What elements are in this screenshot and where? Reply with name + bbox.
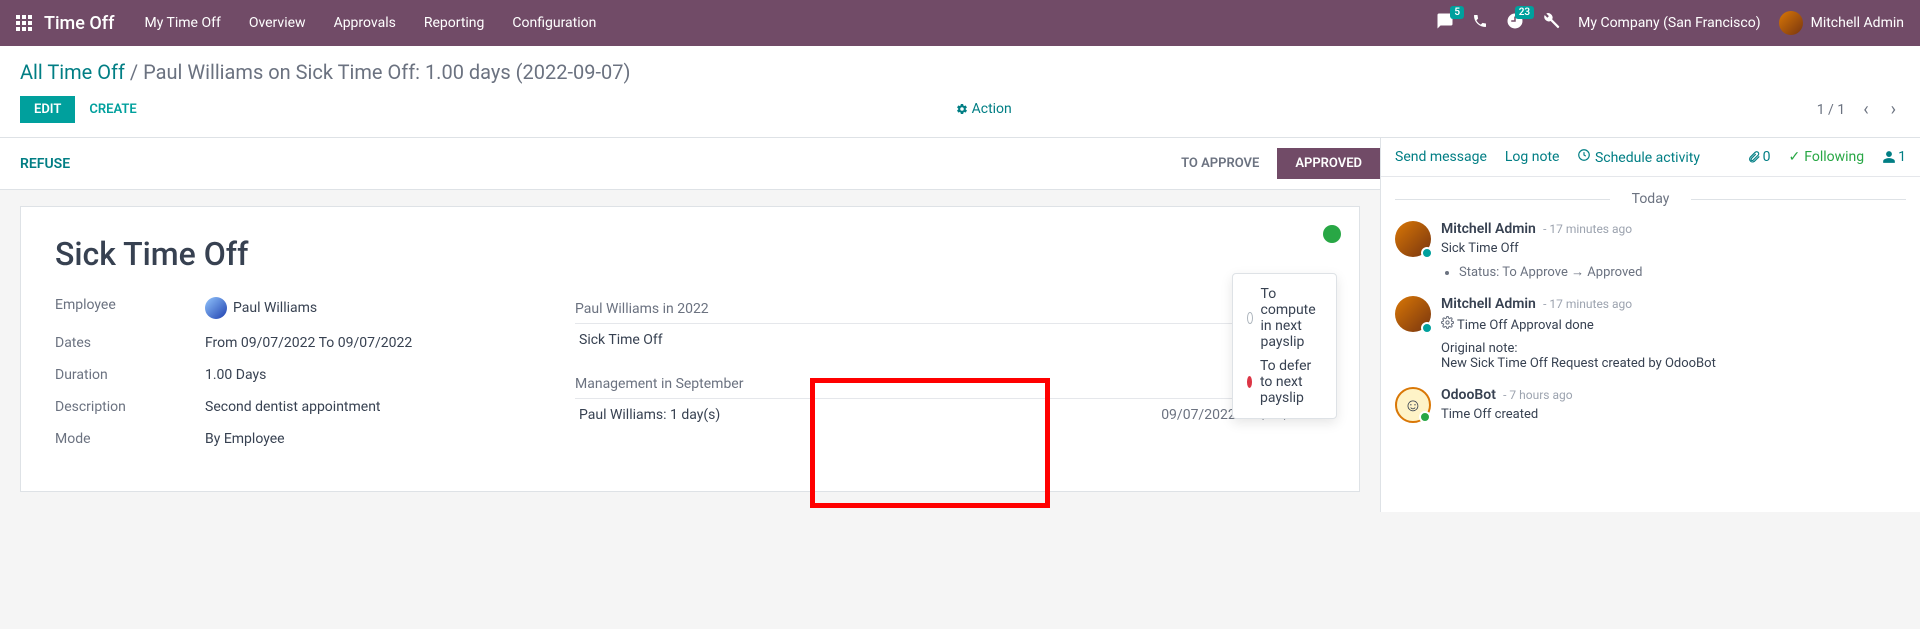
message-time: - 17 minutes ago (1543, 222, 1632, 236)
control-bar: EDIT CREATE Action 1 / 1 ‹ › (0, 88, 1920, 138)
pager-count: 1 / 1 (1817, 102, 1845, 118)
activities-icon[interactable]: 23 (1506, 12, 1524, 34)
message: ☺ OdooBot - 7 hours ago Time Off created (1395, 387, 1906, 423)
company-selector[interactable]: My Company (San Francisco) (1578, 15, 1760, 31)
label-dates: Dates (55, 335, 205, 351)
table-row: Sick Time Off 1 day(s) (575, 324, 1325, 357)
payslip-status-popover: To compute in next payslip To defer to n… (1232, 273, 1337, 419)
message-content: Time Off Approval done (1441, 316, 1716, 333)
presence-icon (1419, 411, 1431, 423)
form-sheet: To compute in next payslip To defer to n… (20, 206, 1360, 492)
message: Mitchell Admin - 17 minutes ago Sick Tim… (1395, 221, 1906, 280)
user-avatar (1779, 11, 1803, 35)
send-message-button[interactable]: Send message (1395, 149, 1487, 165)
refuse-button[interactable]: REFUSE (20, 156, 70, 172)
pager-prev[interactable]: ‹ (1859, 99, 1872, 120)
summary2-header: Management in September (575, 376, 1325, 392)
action-menu[interactable]: Action (956, 101, 1012, 117)
breadcrumb-root[interactable]: All Time Off (20, 60, 125, 84)
message-time: - 7 hours ago (1503, 388, 1572, 402)
message-author: Mitchell Admin (1441, 296, 1536, 312)
chatter: Send message Log note Schedule activity … (1380, 138, 1920, 512)
nav-my-time-off[interactable]: My Time Off (144, 15, 220, 31)
message: Mitchell Admin - 17 minutes ago Time Off… (1395, 296, 1906, 371)
summary2-table: Paul Williams: 1 day(s) 09/07/2022 - 09/… (575, 398, 1325, 431)
debug-icon[interactable] (1542, 12, 1560, 34)
nav-reporting[interactable]: Reporting (424, 15, 485, 31)
top-nav: Time Off My Time Off Overview Approvals … (0, 0, 1920, 46)
payslip-status-dot[interactable] (1323, 225, 1341, 243)
gear-icon (1441, 316, 1454, 333)
paperclip-icon (1747, 150, 1761, 164)
breadcrumb: All Time Off / Paul Williams on Sick Tim… (0, 46, 1920, 88)
phone-icon[interactable] (1472, 13, 1488, 33)
message-note-body: New Sick Time Off Request created by Odo… (1441, 356, 1716, 371)
breadcrumb-current: Paul Williams on Sick Time Off: 1.00 day… (143, 60, 630, 84)
following-button[interactable]: ✓ Following (1789, 149, 1865, 165)
dot-red-icon (1247, 376, 1252, 388)
summary1-table: Sick Time Off 1 day(s) (575, 323, 1325, 356)
edit-button[interactable]: EDIT (20, 96, 75, 123)
clock-icon (1577, 148, 1591, 162)
summary1-header: Paul Williams in 2022 (575, 301, 1325, 317)
label-duration: Duration (55, 367, 205, 383)
presence-icon (1421, 247, 1433, 259)
nav-approvals[interactable]: Approvals (334, 15, 396, 31)
value-dates: From 09/07/2022 To 09/07/2022 (205, 335, 412, 351)
status-approved[interactable]: APPROVED (1277, 148, 1380, 179)
popover-compute[interactable]: To compute in next payslip (1247, 282, 1322, 354)
message-content: Time Off created (1441, 407, 1573, 422)
popover-defer[interactable]: To defer to next payslip (1247, 354, 1322, 410)
gear-icon (956, 103, 968, 115)
message-avatar (1395, 296, 1431, 332)
value-employee: Paul Williams (233, 300, 317, 316)
table-row: Paul Williams: 1 day(s) 09/07/2022 - 09/… (575, 399, 1325, 432)
status-to-approve[interactable]: TO APPROVE (1163, 148, 1277, 179)
status-bar: REFUSE TO APPROVE APPROVED (0, 138, 1380, 190)
log-note-button[interactable]: Log note (1505, 149, 1560, 165)
employee-avatar (205, 297, 227, 319)
schedule-activity-button[interactable]: Schedule activity (1577, 148, 1700, 166)
message-time: - 17 minutes ago (1543, 297, 1632, 311)
dot-grey-icon (1247, 312, 1253, 324)
label-employee: Employee (55, 297, 205, 319)
messaging-icon[interactable]: 5 (1436, 12, 1454, 34)
value-duration: 1.00 Days (205, 367, 266, 383)
value-description: Second dentist appointment (205, 399, 381, 415)
label-mode: Mode (55, 431, 205, 447)
activities-badge: 23 (1515, 6, 1534, 19)
user-menu[interactable]: Mitchell Admin (1779, 11, 1904, 35)
followers-button[interactable]: 1 (1882, 149, 1906, 165)
label-description: Description (55, 399, 205, 415)
person-icon (1882, 150, 1896, 164)
messaging-badge: 5 (1450, 6, 1464, 19)
pager-next[interactable]: › (1887, 99, 1900, 120)
user-name: Mitchell Admin (1811, 15, 1904, 31)
message-author: OdooBot (1441, 387, 1496, 403)
apps-icon[interactable] (16, 15, 32, 31)
message-avatar: ☺ (1395, 387, 1431, 423)
message-content: Sick Time Off (1441, 241, 1642, 256)
date-separator: Today (1395, 191, 1906, 207)
create-button[interactable]: CREATE (75, 96, 150, 123)
nav-configuration[interactable]: Configuration (512, 15, 596, 31)
attachments-button[interactable]: 0 (1747, 149, 1771, 165)
presence-icon (1421, 322, 1433, 334)
message-note-label: Original note: (1441, 341, 1716, 356)
nav-overview[interactable]: Overview (249, 15, 306, 31)
record-title: Sick Time Off (55, 235, 1325, 273)
pager: 1 / 1 ‹ › (1817, 99, 1900, 120)
message-avatar (1395, 221, 1431, 257)
message-author: Mitchell Admin (1441, 221, 1536, 237)
app-brand[interactable]: Time Off (44, 13, 114, 34)
value-mode: By Employee (205, 431, 285, 447)
